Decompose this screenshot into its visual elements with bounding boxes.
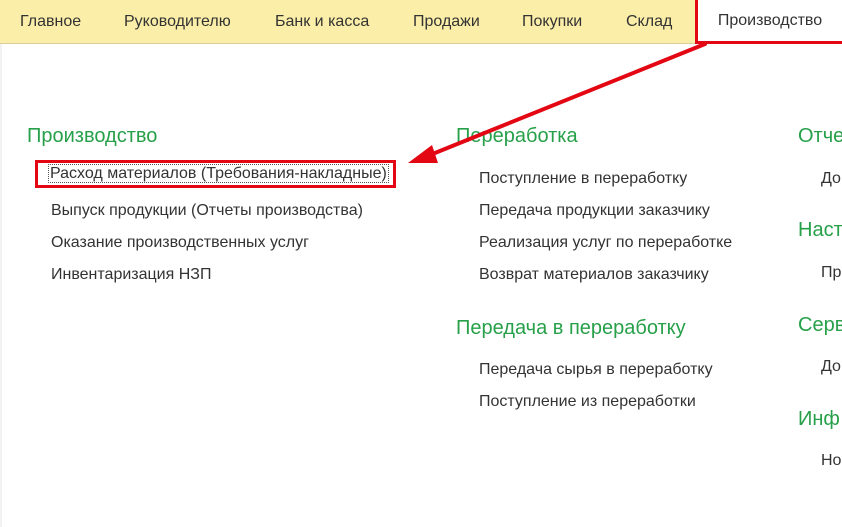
section-title-production: Производство	[27, 125, 158, 147]
menu-item-reports-partial[interactable]: До	[821, 170, 841, 188]
section-title-processing: Переработка	[456, 125, 578, 147]
menu-item-receipt-from-processing[interactable]: Поступление из переработки	[479, 393, 696, 411]
tab-main[interactable]: Главное	[20, 0, 81, 43]
menu-item-product-output[interactable]: Выпуск продукции (Отчеты производства)	[51, 202, 363, 220]
section-title-settings: Наст	[798, 219, 842, 241]
section-title-info: Инф	[798, 408, 840, 430]
section-title-transfer-processing: Передача в переработку	[456, 317, 686, 339]
section-title-reports: Отче	[798, 125, 842, 147]
tab-production[interactable]: Производство	[695, 0, 842, 44]
menu-item-processing-services[interactable]: Реализация услуг по переработке	[479, 234, 732, 252]
tab-warehouse[interactable]: Склад	[626, 0, 672, 43]
divider	[0, 44, 2, 527]
menu-item-info-partial[interactable]: Но	[821, 452, 841, 470]
menu-item-return-materials[interactable]: Возврат материалов заказчику	[479, 266, 709, 284]
menu-item-receipt-for-processing[interactable]: Поступление в переработку	[479, 170, 687, 188]
menu-item-label: Расход материалов (Требования-накладные)	[48, 164, 389, 183]
annotation-arrow	[408, 42, 707, 163]
tab-sales[interactable]: Продажи	[413, 0, 480, 43]
tab-purchases[interactable]: Покупки	[522, 0, 582, 43]
section-title-service: Серв	[798, 314, 842, 336]
tab-bank-cash[interactable]: Банк и касса	[275, 0, 369, 43]
sections-panel: Главное Руководителю Банк и касса Продаж…	[0, 0, 842, 44]
menu-item-production-services[interactable]: Оказание производственных услуг	[51, 234, 309, 252]
menu-item-transfer-to-customer[interactable]: Передача продукции заказчику	[479, 202, 710, 220]
menu-item-wip-inventory[interactable]: Инвентаризация НЗП	[51, 266, 211, 284]
menu-item-material-consumption[interactable]: Расход материалов (Требования-накладные)	[35, 160, 396, 188]
tab-manager[interactable]: Руководителю	[124, 0, 231, 43]
menu-item-transfer-raw[interactable]: Передача сырья в переработку	[479, 361, 713, 379]
menu-item-settings-partial[interactable]: Пр	[821, 264, 841, 282]
menu-item-service-partial[interactable]: До	[821, 358, 841, 376]
